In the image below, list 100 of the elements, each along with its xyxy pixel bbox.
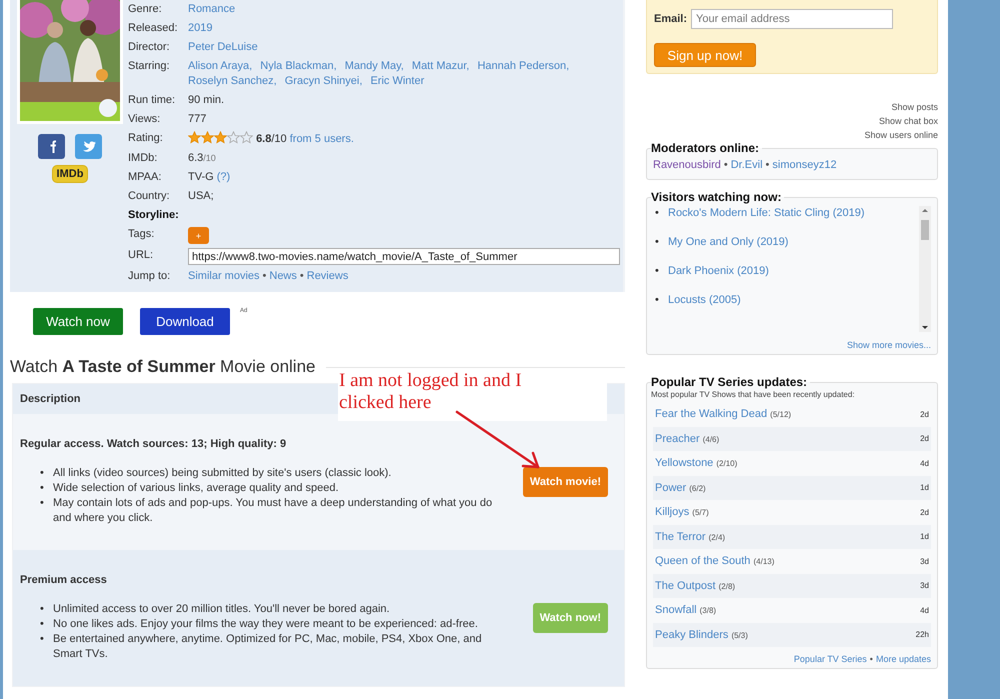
rating-score: 6.8/10 <box>256 133 287 145</box>
moderator-link[interactable]: Ravenousbird <box>653 159 721 171</box>
access-title: Premium access <box>20 574 108 586</box>
show-link[interactable]: Show chat box <box>878 116 938 126</box>
twitter-icon[interactable] <box>75 134 102 159</box>
feature-item: No one likes ads. Enjoy your films the way they were meant to be experienced: ad-free. <box>53 617 478 632</box>
feature-item: Wide selection of various links, average quality and speed. <box>53 481 339 496</box>
watch-button[interactable]: Watch movie! <box>522 467 608 497</box>
star-icon <box>201 131 214 144</box>
movie-link[interactable]: My One and Only (2019) <box>668 228 788 257</box>
jump-link[interactable]: News <box>269 270 297 282</box>
update-age: 2d <box>920 434 929 444</box>
moderator-link[interactable]: Dr.Evil <box>730 159 763 171</box>
series-link[interactable]: Preacher <box>655 432 700 445</box>
help-link[interactable]: (?) <box>216 171 230 183</box>
popular-title: Popular TV Series updates: <box>651 375 808 389</box>
episode-count: (5/7) <box>692 508 709 518</box>
detail-label: IMDb: <box>128 151 158 166</box>
update-age: 1d <box>920 483 929 492</box>
movie-link[interactable]: Dark Phoenix (2019) <box>668 257 769 286</box>
rating-link[interactable]: from 5 users. <box>290 133 354 145</box>
update-age: 2d <box>920 410 929 419</box>
bullet: • <box>40 602 45 617</box>
series-link[interactable]: The Outpost <box>655 580 716 592</box>
update-age: 4d <box>920 458 929 468</box>
bullet: • <box>655 206 660 221</box>
update-age: 2d <box>920 508 929 517</box>
bullet: • <box>40 617 45 632</box>
add-tag-button[interactable]: + <box>188 227 209 244</box>
bullet: • <box>40 481 45 496</box>
detail-label: URL: <box>128 248 154 263</box>
popular-subtitle: Most popular TV Shows that have been recently updated: <box>651 390 856 399</box>
signup-button[interactable]: Sign up now! <box>654 43 756 67</box>
series-link[interactable]: Fear the Walking Dead <box>655 408 768 420</box>
detail-link[interactable]: Mandy May, <box>344 60 404 72</box>
episode-count: (4/13) <box>753 557 774 566</box>
footer-link[interactable]: Popular TV Series <box>794 654 867 664</box>
facebook-icon[interactable] <box>38 134 65 159</box>
show-link[interactable]: Show posts <box>891 102 938 112</box>
detail-link[interactable]: Eric Winter <box>370 75 424 87</box>
star-icon <box>188 131 201 144</box>
show-link[interactable]: Show users online <box>864 130 938 140</box>
bullet: • <box>40 632 45 647</box>
feature-item: May contain lots of ads and pop-ups. You must have a deep understanding of what you do and where you click. <box>53 496 494 526</box>
detail-label: Released: <box>128 21 179 36</box>
separator: • <box>262 270 266 282</box>
action-button[interactable]: Download <box>140 308 230 335</box>
movie-link[interactable]: Locusts (2005) <box>668 286 741 315</box>
email-field[interactable]: Your email address <box>691 9 894 29</box>
feature-item: Unlimited access to over 20 million titles. You'll never be bored again. <box>53 602 390 617</box>
url-field[interactable]: https://www8.two-movies.name/watch_movie/A_Taste_of_Summer <box>188 248 620 265</box>
detail-link[interactable]: Romance <box>188 3 236 15</box>
footer-link[interactable]: More updates <box>876 654 931 664</box>
update-age: 4d <box>920 606 929 615</box>
scrollbar[interactable] <box>919 206 931 332</box>
jump-link[interactable]: Similar movies <box>188 270 260 282</box>
update-age: 1d <box>920 532 929 542</box>
show-more-link[interactable]: Show more movies... <box>846 340 931 350</box>
page-heading: Watch A Taste of Summer Movie online <box>10 357 316 377</box>
series-link[interactable]: The Terror <box>655 530 706 543</box>
series-link[interactable]: Queen of the South <box>655 555 750 568</box>
separator: • <box>724 159 728 171</box>
episode-count: (5/3) <box>731 630 748 640</box>
update-age: 22h <box>916 630 929 640</box>
detail-link[interactable]: Matt Mazur, <box>412 60 470 72</box>
detail-link[interactable]: Hannah Pederson, <box>477 60 570 72</box>
access-title: Regular access. Watch sources: 13; High quality: 9 <box>20 438 288 450</box>
detail-label: Starring: <box>128 59 171 74</box>
detail-link[interactable]: Gracyn Shinyei, <box>284 75 362 87</box>
bullet: • <box>655 235 660 250</box>
watch-button[interactable]: Watch now! <box>532 603 608 633</box>
visitors-title: Visitors watching now: <box>651 190 782 204</box>
separator: • <box>300 270 304 282</box>
detail-link[interactable]: Peter DeLuise <box>188 41 258 53</box>
bullet: • <box>655 264 660 279</box>
detail-label: Rating: <box>128 131 164 146</box>
jump-link[interactable]: Reviews <box>306 270 348 282</box>
imdb-score: 6.3/10 <box>188 152 216 164</box>
detail-value: TV-G <box>188 171 214 183</box>
detail-link[interactable]: Roselyn Sanchez, <box>188 75 277 87</box>
separator: • <box>870 654 873 664</box>
detail-link[interactable]: 2019 <box>188 22 212 34</box>
detail-label: Tags: <box>128 227 156 242</box>
series-link[interactable]: Yellowstone <box>655 457 714 470</box>
series-link[interactable]: Peaky Blinders <box>655 628 728 641</box>
detail-link[interactable]: Nyla Blackman, <box>260 60 337 72</box>
series-link[interactable]: Snowfall <box>655 604 697 616</box>
bullet: • <box>40 496 45 511</box>
episode-count: (2/10) <box>716 459 738 468</box>
episode-count: (4/6) <box>702 434 720 444</box>
update-age: 3d <box>920 581 929 590</box>
feature-item: Be entertained anywhere, anytime. Optimized for PC, Mac, mobile, PS4, Xbox One, and Smart TVs. <box>53 632 483 662</box>
moderator-link[interactable]: simonseyz12 <box>772 159 837 171</box>
episode-count: (2/8) <box>718 582 736 591</box>
imdb-badge[interactable]: IMDb <box>52 166 88 182</box>
series-link[interactable]: Power <box>655 482 686 494</box>
series-link[interactable]: Killjoys <box>655 506 690 518</box>
action-button[interactable]: Watch now <box>33 308 123 335</box>
detail-link[interactable]: Alison Araya, <box>188 60 252 72</box>
detail-label: Jump to: <box>128 269 172 284</box>
